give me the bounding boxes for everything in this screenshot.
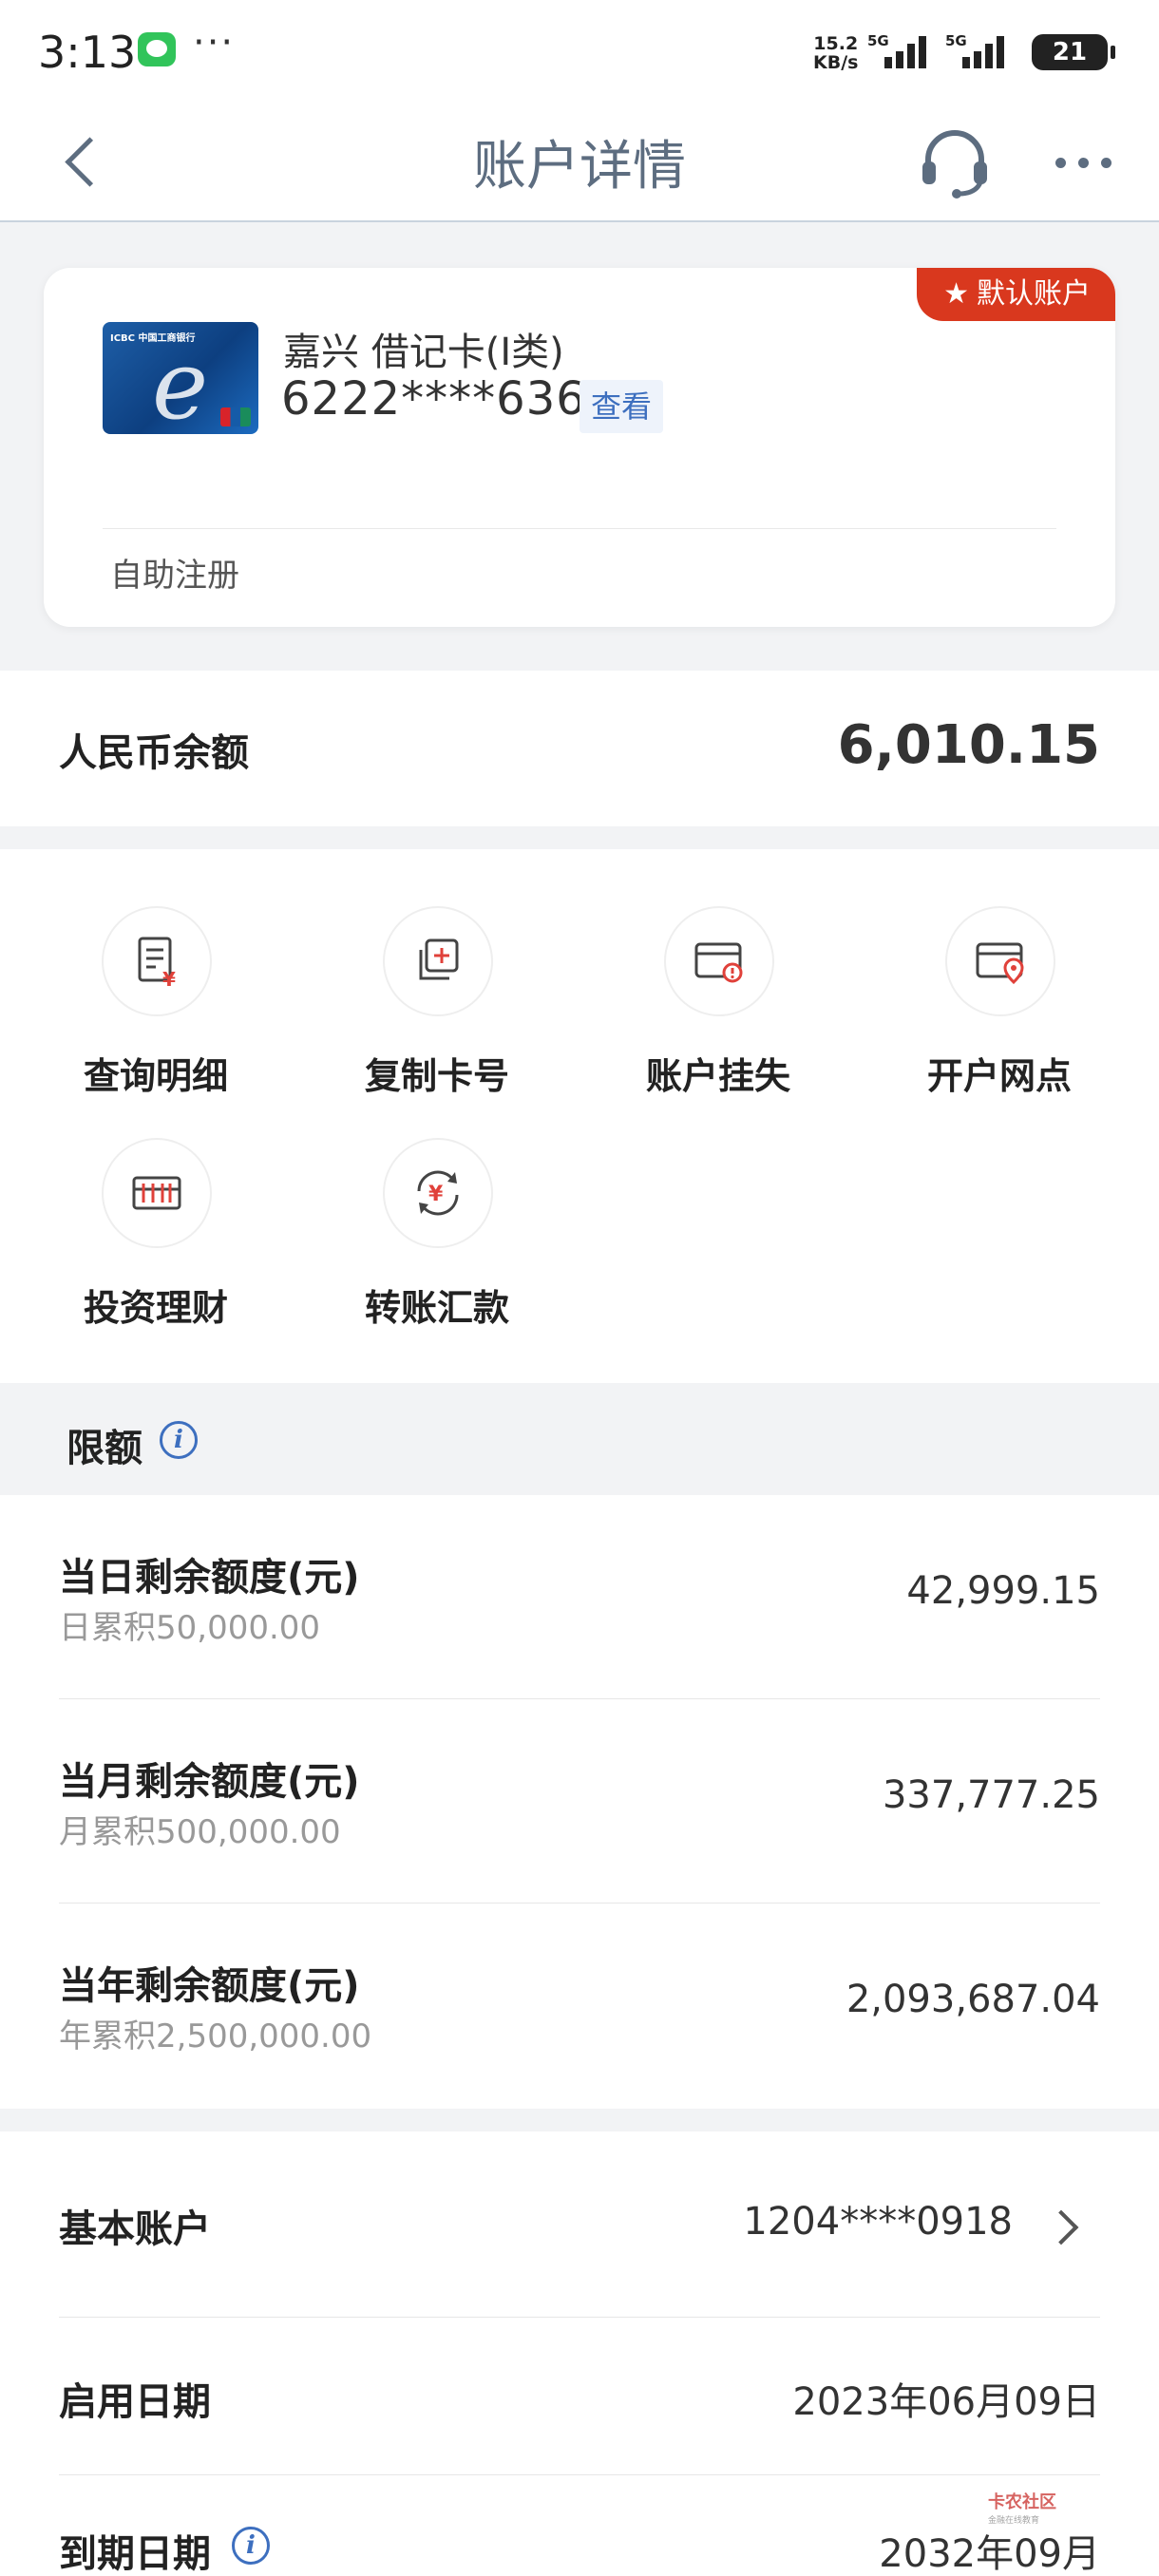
balance-label: 人民币余额 (59, 731, 249, 775)
more-notifications-icon: ··· (193, 21, 236, 65)
status-time: 3:13 (38, 27, 137, 78)
detail-value: 2032年09月 (879, 2532, 1100, 2576)
signal-icon-2: 5G (945, 32, 1012, 68)
detail-value: 1204****0918 (743, 2200, 1013, 2244)
quick-actions: ¥ 查询明细 复制卡号 账户挂失 开户网点 投资理财 ¥ 转账汇款 (0, 849, 1159, 1383)
registration-note: 自助注册 (110, 557, 239, 595)
limits-list: 当日剩余额度(元) 日累积50,000.00 42,999.15 当月剩余额度(… (0, 1495, 1159, 2109)
account-card[interactable]: ★ 默认账户 ICBC 中国工商银行 e 嘉兴 借记卡(I类) 6222****… (44, 268, 1115, 627)
action-query-details[interactable]: ¥ 查询明细 (47, 849, 265, 1097)
abacus-icon (102, 1138, 212, 1248)
detail-label: 启用日期 (59, 2380, 211, 2424)
limit-title: 当月剩余额度(元) (59, 1760, 360, 1804)
transfer-icon: ¥ (383, 1138, 493, 1248)
card-location-icon (945, 906, 1055, 1016)
card-alert-icon (664, 906, 774, 1016)
signal-type-2: 5G (945, 32, 967, 49)
limit-subtitle: 月累积500,000.00 (59, 1813, 341, 1851)
limits-header: 限额 i (0, 1383, 1159, 1495)
action-label: 投资理财 (83, 1287, 228, 1329)
bank-card-image: ICBC 中国工商银行 e (103, 322, 258, 434)
action-investment[interactable]: 投资理财 (47, 1081, 265, 1329)
detail-label: 到期日期 (59, 2532, 211, 2576)
action-transfer[interactable]: ¥ 转账汇款 (328, 1081, 546, 1329)
limit-value: 337,777.25 (882, 1773, 1100, 1817)
action-branch[interactable]: 开户网点 (890, 849, 1109, 1097)
watermark-subtext: 金融在线教育 (988, 2516, 1040, 2526)
action-label: 开户网点 (926, 1055, 1072, 1097)
limit-value: 42,999.15 (906, 1569, 1100, 1613)
limit-row-daily: 当日剩余额度(元) 日累积50,000.00 42,999.15 (0, 1495, 1159, 1699)
account-details: 基本账户 1204****0918 启用日期 2023年06月09日 到期日期 … (0, 2131, 1159, 2576)
statement-icon: ¥ (102, 906, 212, 1016)
message-notification-icon (138, 32, 176, 66)
watermark-logo: 卡农社区 金融在线教育 (988, 2489, 1056, 2526)
view-card-number-button[interactable]: 查看 (580, 380, 663, 433)
limit-title: 当日剩余额度(元) (59, 1556, 360, 1600)
network-speed: 15.2 KB/s (813, 34, 858, 72)
default-account-badge: ★ 默认账户 (917, 268, 1115, 321)
detail-row-basic-account[interactable]: 基本账户 1204****0918 (0, 2131, 1159, 2318)
detail-row-expiry-date: 到期日期 i 2032年09月 (0, 2475, 1159, 2576)
network-speed-unit: KB/s (813, 52, 859, 73)
detail-row-start-date: 启用日期 2023年06月09日 (0, 2318, 1159, 2475)
card-name: 嘉兴 借记卡(I类) (283, 331, 564, 374)
svg-text:¥: ¥ (162, 968, 176, 990)
battery-icon: 21 (1032, 34, 1115, 70)
action-label: 账户挂失 (645, 1055, 790, 1097)
limits-title: 限额 (66, 1427, 142, 1470)
limit-subtitle: 年累积2,500,000.00 (59, 2017, 372, 2055)
default-account-label: 默认账户 (977, 277, 1091, 311)
detail-label: 基本账户 (59, 2207, 211, 2251)
more-icon[interactable] (1050, 139, 1116, 186)
unionpay-logo (220, 407, 251, 426)
action-copy-card-number[interactable]: 复制卡号 (328, 849, 546, 1097)
svg-text:¥: ¥ (428, 1183, 444, 1206)
signal-type-1: 5G (867, 32, 889, 49)
chevron-right-icon (1043, 2209, 1079, 2245)
balance-value: 6,010.15 (837, 714, 1100, 776)
nav-bar: 账户详情 (0, 104, 1159, 222)
status-bar: 3:13 ··· 15.2 KB/s 5G 5G 21 (0, 0, 1159, 104)
info-icon[interactable]: i (160, 1421, 198, 1459)
watermark-text: 卡农社区 (988, 2492, 1056, 2512)
network-speed-value: 15.2 (813, 33, 859, 54)
card-divider (103, 528, 1056, 529)
card-e-logo: e (152, 330, 209, 434)
limit-subtitle: 日累积50,000.00 (59, 1609, 321, 1647)
signal-icon-1: 5G (867, 32, 934, 68)
limit-row-yearly: 当年剩余额度(元) 年累积2,500,000.00 2,093,687.04 (0, 1904, 1159, 2108)
card-number: 6222****6365 (281, 372, 617, 426)
limit-value: 2,093,687.04 (846, 1978, 1100, 2021)
limit-title: 当年剩余额度(元) (59, 1964, 360, 2008)
limit-row-monthly: 当月剩余额度(元) 月累积500,000.00 337,777.25 (0, 1699, 1159, 1904)
balance-section: 人民币余额 6,010.15 (0, 671, 1159, 826)
action-report-loss[interactable]: 账户挂失 (609, 849, 827, 1097)
action-label: 转账汇款 (364, 1287, 509, 1329)
detail-value: 2023年06月09日 (792, 2380, 1100, 2424)
info-icon[interactable]: i (232, 2527, 270, 2565)
star-icon: ★ (943, 277, 969, 311)
customer-service-icon[interactable] (917, 123, 993, 199)
copy-icon (383, 906, 493, 1016)
